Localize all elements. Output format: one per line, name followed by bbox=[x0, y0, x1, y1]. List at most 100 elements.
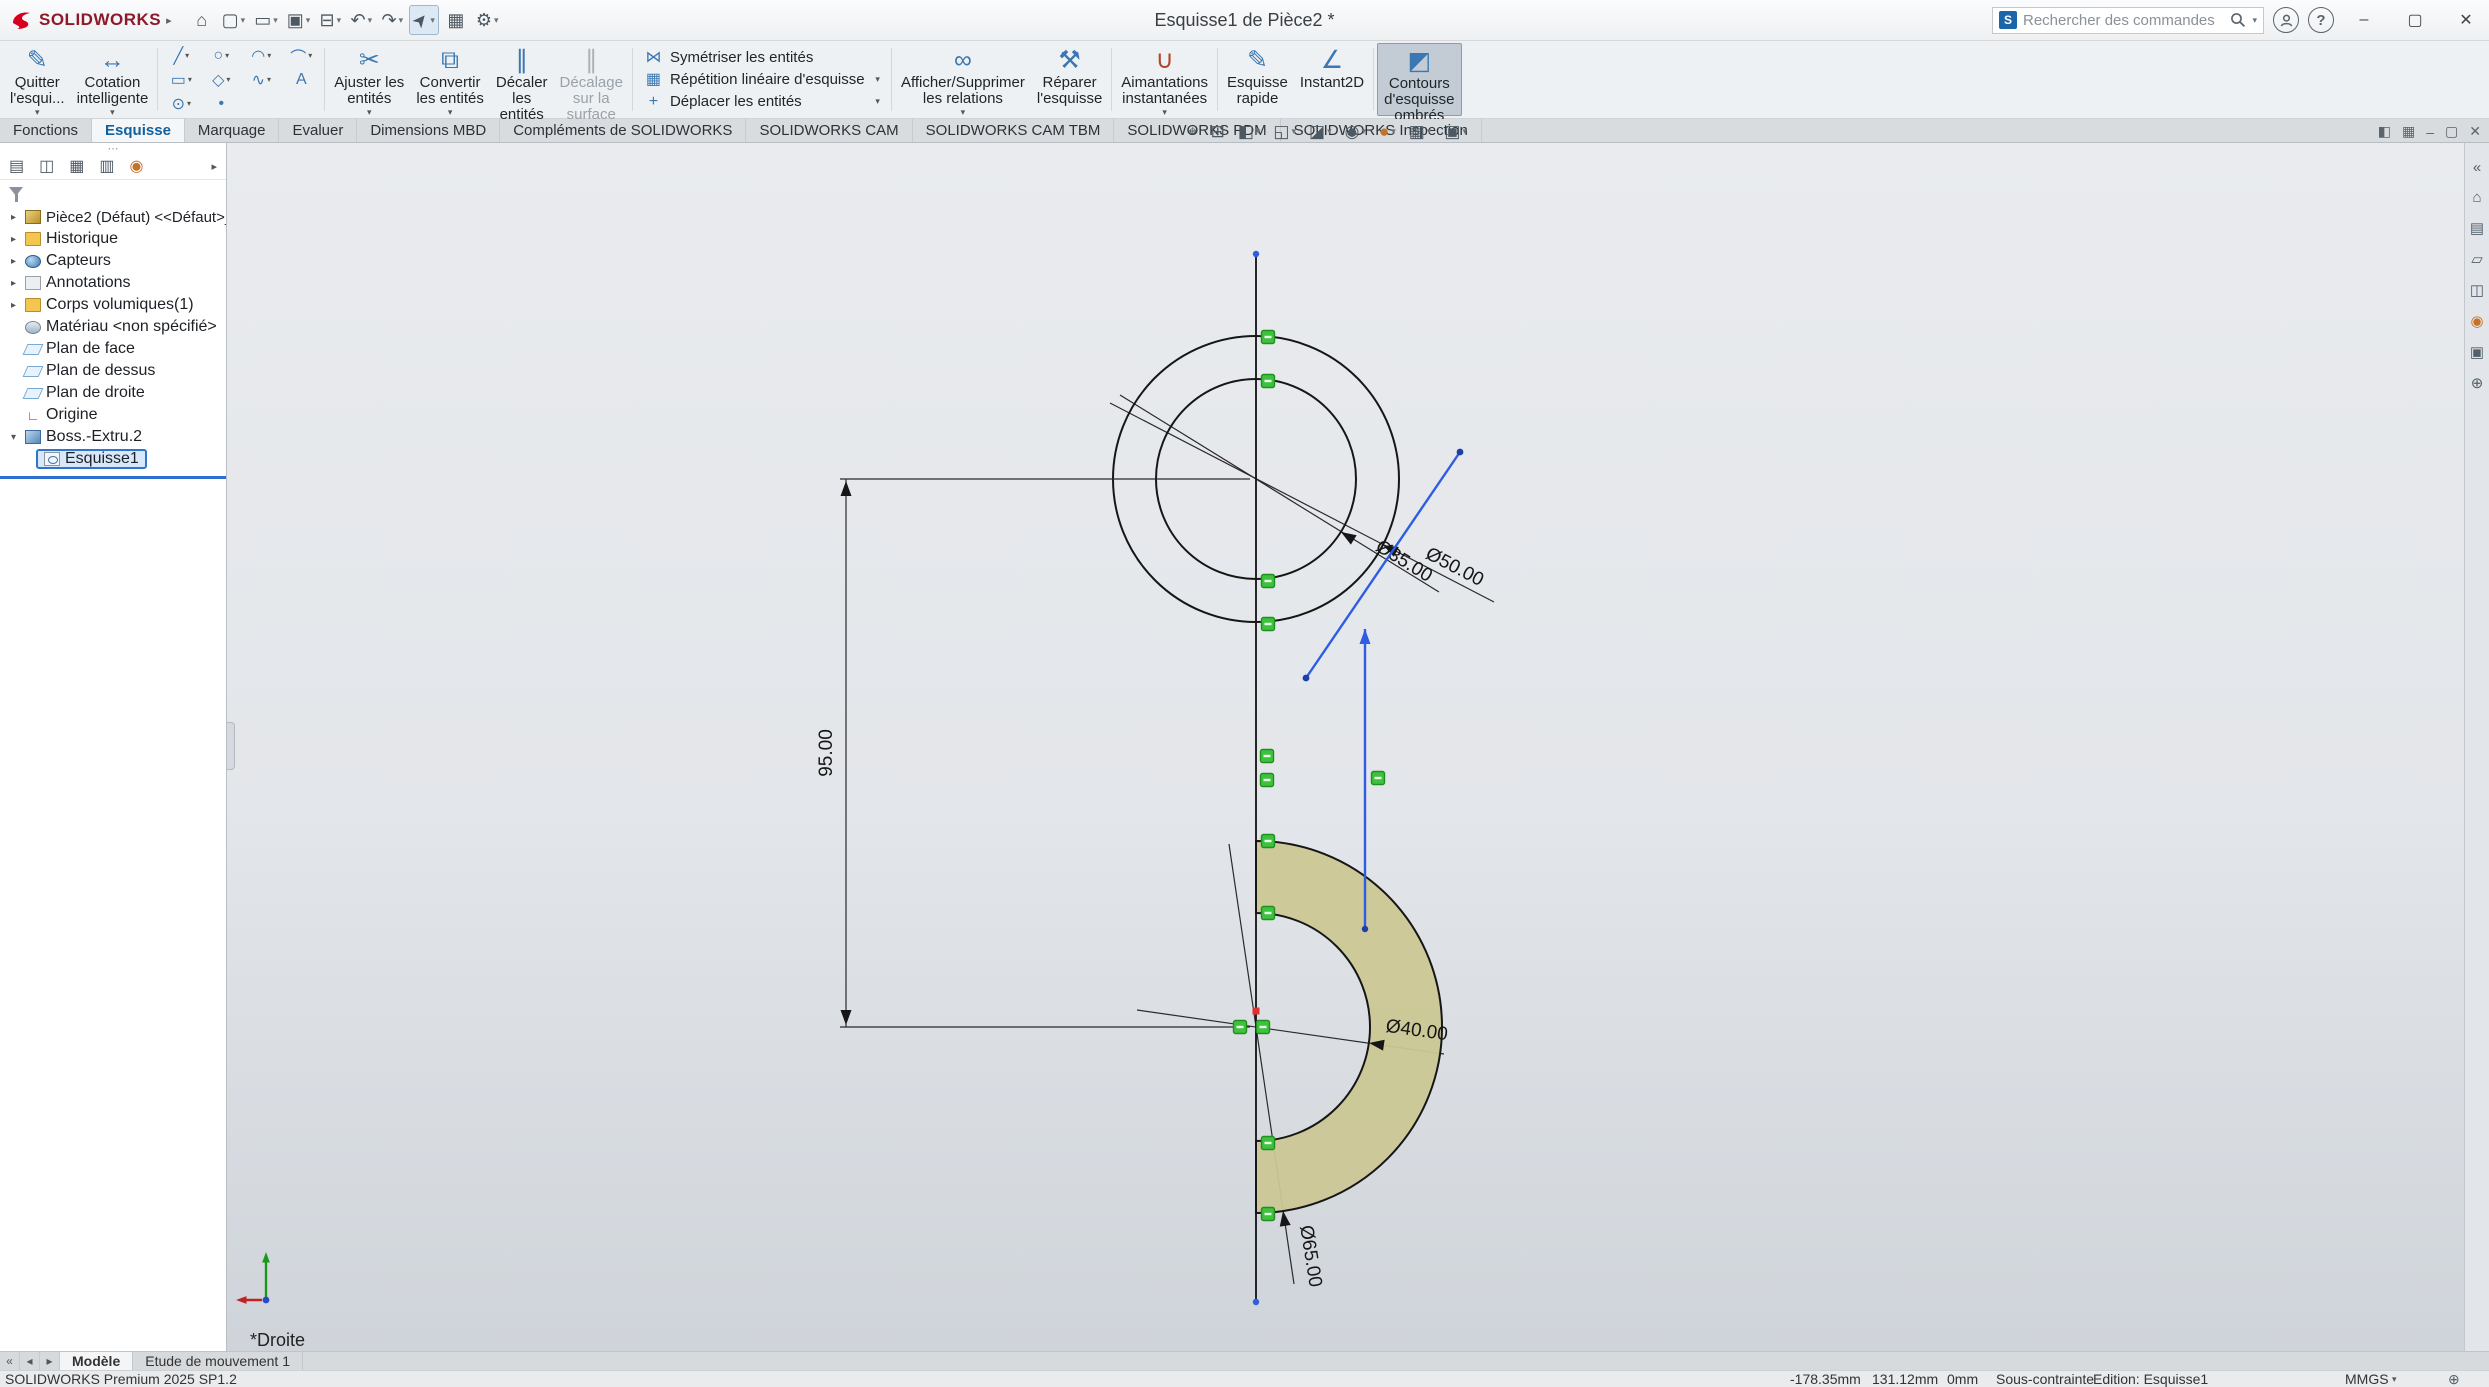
taskpane-collapse-icon[interactable]: « bbox=[2473, 159, 2481, 176]
arc-tool[interactable]: ◠▾ bbox=[241, 44, 281, 68]
new-document-button[interactable]: ▢▾ bbox=[219, 5, 249, 35]
tree-root-part[interactable]: ▸ Pièce2 (Défaut) <<Défaut>_Etat d'affi.… bbox=[0, 206, 226, 228]
convert-entities-button[interactable]: ⧉ Convertirles entités ▾ bbox=[410, 43, 490, 116]
tab-scroll-first-icon[interactable]: « bbox=[0, 1352, 20, 1370]
taskpane-design-library-icon[interactable]: ▤ bbox=[2470, 219, 2484, 237]
expand-icon[interactable]: ▸ bbox=[7, 234, 20, 245]
selected-tree-item[interactable]: Esquisse1 bbox=[36, 449, 147, 469]
tab-marquage[interactable]: Marquage bbox=[185, 119, 280, 142]
line-tool[interactable]: ╱▾ bbox=[161, 44, 201, 68]
rebuild-button[interactable]: ▦ bbox=[442, 5, 470, 35]
panel-splitter[interactable] bbox=[227, 722, 235, 770]
rectangle-tool[interactable]: ▭▾ bbox=[161, 68, 201, 92]
tree-item-capteurs[interactable]: ▸ Capteurs bbox=[0, 250, 226, 272]
tab-dimensions-mbd[interactable]: Dimensions MBD bbox=[357, 119, 500, 142]
edit-appearance-icon[interactable]: ●▾ bbox=[1379, 122, 1396, 142]
shaded-sketch-contours-button[interactable]: ◩ Contoursd'esquisseombrés bbox=[1377, 43, 1461, 116]
linear-sketch-pattern-button[interactable]: ▦ Répétition linéaire d'esquisse ▾ bbox=[644, 68, 880, 90]
select-tool-button[interactable]: ➤▾ bbox=[409, 5, 439, 35]
zoom-fit-icon[interactable]: ⌖ bbox=[1188, 122, 1198, 142]
doc-minimize-icon[interactable]: – bbox=[2426, 124, 2434, 140]
view-settings-icon[interactable]: ▣▾ bbox=[1444, 122, 1467, 142]
spline-tool[interactable]: ∿▾ bbox=[241, 68, 281, 92]
displaymanager-tab-icon[interactable]: ◉ bbox=[130, 156, 144, 176]
mirror-entities-button[interactable]: ⋈ Symétriser les entités bbox=[644, 46, 880, 68]
tree-item-corps-volumiques[interactable]: ▸ Corps volumiques(1) bbox=[0, 294, 226, 316]
tree-item-boss-extru2[interactable]: ▾ Boss.-Extru.2 bbox=[0, 426, 226, 448]
status-globe-icon[interactable]: ⊕ bbox=[2448, 1371, 2460, 1387]
dimxpert-tab-icon[interactable]: ▥ bbox=[99, 156, 114, 176]
section-view-icon[interactable]: ◧▾ bbox=[1238, 122, 1261, 142]
text-tool[interactable]: A bbox=[281, 68, 321, 92]
tree-item-plan-de-face[interactable]: Plan de face bbox=[0, 338, 226, 360]
repair-sketch-button[interactable]: ⚒ Réparerl'esquisse bbox=[1031, 43, 1108, 116]
circle-tool[interactable]: ○▾ bbox=[201, 44, 241, 68]
home-button[interactable]: ⌂ bbox=[188, 5, 216, 35]
tab-esquisse[interactable]: Esquisse bbox=[92, 119, 185, 142]
ellipse-tool[interactable]: ⊙▾ bbox=[161, 92, 201, 116]
doc-close-icon[interactable]: ✕ bbox=[2469, 123, 2481, 140]
redo-button[interactable]: ↷▾ bbox=[378, 5, 406, 35]
zoom-area-icon[interactable]: ⊞ bbox=[1211, 122, 1225, 142]
instant2d-button[interactable]: ∠ Instant2D bbox=[1294, 43, 1370, 116]
exit-sketch-button[interactable]: ✎ Quitterl'esqui... ▾ bbox=[4, 43, 71, 116]
view-orientation-icon[interactable]: ◱▾ bbox=[1273, 122, 1296, 142]
tab-scroll-prev-icon[interactable]: ◂ bbox=[20, 1352, 40, 1370]
graphics-viewport[interactable] bbox=[227, 143, 2464, 1351]
apply-scene-icon[interactable]: ▦▾ bbox=[1409, 122, 1432, 142]
tree-item-materiau[interactable]: Matériau <non spécifié> bbox=[0, 316, 226, 338]
display-delete-relations-button[interactable]: ∞ Afficher/Supprimerles relations ▾ bbox=[895, 43, 1031, 116]
quick-snaps-button[interactable]: ∪ Aimantationsinstantanées ▾ bbox=[1115, 43, 1214, 116]
panel-pin-icon[interactable]: ▸ bbox=[211, 160, 217, 173]
units-selector[interactable]: MMGS bbox=[2345, 1371, 2389, 1387]
tree-item-historique[interactable]: ▸ Historique bbox=[0, 228, 226, 250]
model-tab[interactable]: Modèle bbox=[60, 1352, 133, 1370]
taskpane-view-palette-icon[interactable]: ◫ bbox=[2470, 281, 2484, 299]
options-button[interactable]: ⚙▾ bbox=[473, 5, 502, 35]
point-tool[interactable]: • bbox=[201, 92, 241, 116]
expand-icon[interactable]: ▸ bbox=[7, 300, 20, 311]
command-search[interactable]: S ▾ bbox=[1992, 7, 2264, 34]
doc-restore-icon[interactable]: ▢ bbox=[2445, 123, 2458, 140]
taskpane-forum-icon[interactable]: ⊕ bbox=[2471, 374, 2484, 392]
help-icon[interactable]: ? bbox=[2308, 7, 2334, 33]
tree-item-annotations[interactable]: ▸ Annotations bbox=[0, 272, 226, 294]
propertymanager-tab-icon[interactable]: ◫ bbox=[39, 156, 54, 176]
search-input[interactable] bbox=[2023, 12, 2224, 29]
featuremanager-tab-icon[interactable]: ▤ bbox=[9, 156, 24, 176]
pane-grid-icon[interactable]: ▦ bbox=[2402, 123, 2415, 140]
tree-item-plan-de-droite[interactable]: Plan de droite bbox=[0, 382, 226, 404]
taskpane-file-explorer-icon[interactable]: ▱ bbox=[2471, 250, 2483, 268]
restore-button[interactable]: ▢ bbox=[2394, 0, 2436, 40]
motion-study-tab[interactable]: Etude de mouvement 1 bbox=[133, 1352, 303, 1370]
magnifier-icon[interactable] bbox=[2230, 12, 2246, 28]
print-button[interactable]: ⊟▾ bbox=[316, 5, 344, 35]
tree-item-esquisse1[interactable]: Esquisse1 bbox=[0, 448, 226, 470]
fillet-tool[interactable]: ⌒▾ bbox=[281, 44, 321, 68]
close-button[interactable]: ✕ bbox=[2445, 0, 2487, 40]
tree-item-origine[interactable]: ∟ Origine bbox=[0, 404, 226, 426]
taskpane-resources-icon[interactable]: ⌂ bbox=[2472, 189, 2481, 206]
search-scope-caret-icon[interactable]: ▾ bbox=[2252, 15, 2257, 26]
tree-item-plan-de-dessus[interactable]: Plan de dessus bbox=[0, 360, 226, 382]
display-style-icon[interactable]: ◪▾ bbox=[1309, 122, 1332, 142]
menu-expand-icon[interactable]: ▸ bbox=[166, 14, 172, 27]
filter-funnel-icon[interactable] bbox=[9, 187, 23, 196]
tab-complements[interactable]: Compléments de SOLIDWORKS bbox=[500, 119, 746, 142]
trim-entities-button[interactable]: ✂ Ajuster lesentités ▾ bbox=[328, 43, 410, 116]
polygon-tool[interactable]: ◇▾ bbox=[201, 68, 241, 92]
tab-cam[interactable]: SOLIDWORKS CAM bbox=[746, 119, 912, 142]
expand-icon[interactable]: ▸ bbox=[7, 278, 20, 289]
user-account-icon[interactable] bbox=[2273, 7, 2299, 33]
collapse-icon[interactable]: ▾ bbox=[7, 432, 20, 443]
smart-dimension-button[interactable]: ↔ Cotationintelligente ▾ bbox=[71, 43, 155, 116]
tree-filter-bar[interactable] bbox=[0, 180, 226, 203]
tab-cam-tbm[interactable]: SOLIDWORKS CAM TBM bbox=[913, 119, 1115, 142]
units-caret-icon[interactable]: ▾ bbox=[2392, 1371, 2397, 1387]
tab-scroll-next-icon[interactable]: ▸ bbox=[40, 1352, 60, 1370]
configurationmanager-tab-icon[interactable]: ▦ bbox=[69, 156, 84, 176]
expand-icon[interactable]: ▸ bbox=[7, 212, 20, 223]
save-button[interactable]: ▣▾ bbox=[284, 5, 314, 35]
offset-entities-button[interactable]: ∥ Décalerlesentités bbox=[490, 43, 554, 116]
taskpane-appearances-icon[interactable]: ◉ bbox=[2470, 312, 2483, 330]
